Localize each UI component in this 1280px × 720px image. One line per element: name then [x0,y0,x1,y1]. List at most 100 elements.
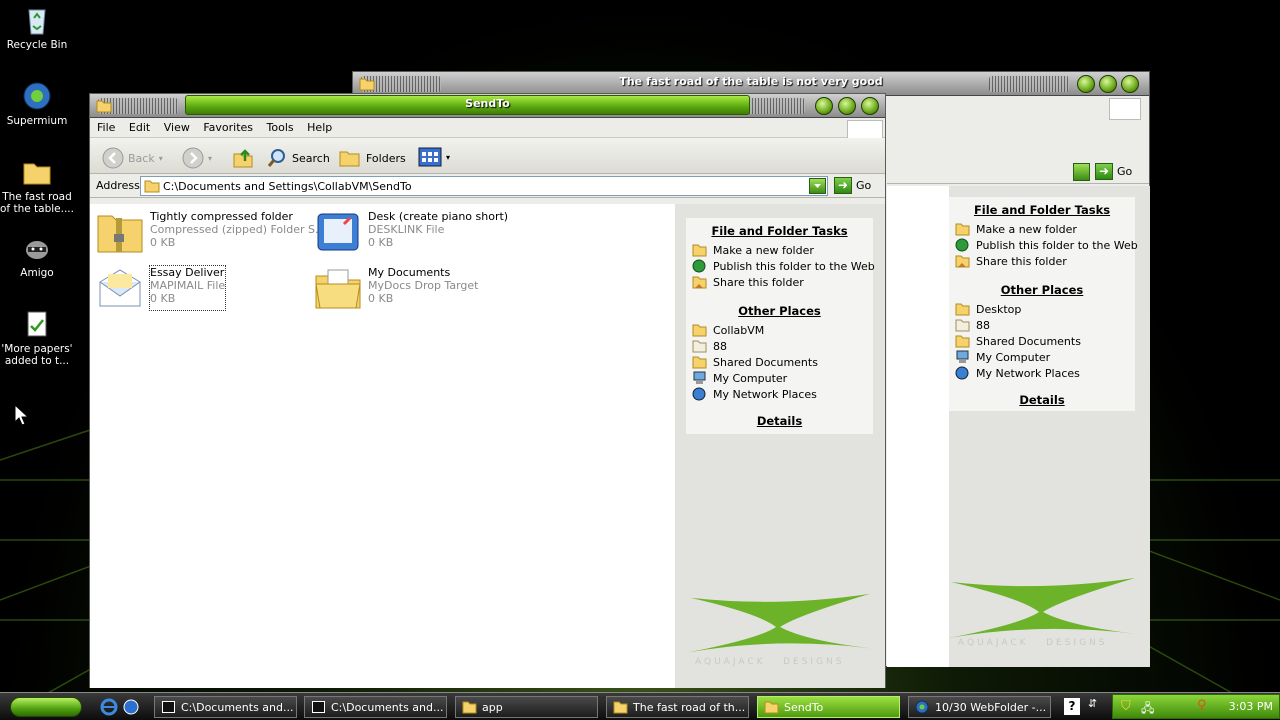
task-label: Publish this folder to the Web [976,238,1138,252]
taskbar-button[interactable]: 10/30 WebFolder -... [908,696,1051,718]
place-88[interactable]: 88 [949,317,1135,333]
taskbar-button[interactable]: app [455,696,598,718]
file-name: Desk (create piano short) [368,210,509,223]
menu-help[interactable]: Help [302,118,337,134]
forward-button[interactable]: ▾ [182,147,212,169]
address-dropdown-button[interactable] [809,178,826,194]
folders-button[interactable]: Folders [338,147,406,169]
brand-text: AQUAJACK DESIGNS [695,657,845,667]
ie-icon[interactable] [100,698,118,716]
taskbar-button-label: SendTo [784,700,824,714]
desktop-icon-more-papers[interactable]: 'More papers' added to t... [0,308,74,367]
place-my-computer[interactable]: My Computer [686,370,873,386]
place-my-network[interactable]: My Network Places [686,386,873,402]
minimize-button[interactable] [1077,75,1095,93]
desktop-icon-fast-road-folder[interactable]: The fast road of the table.... [0,156,74,215]
desktop-icon-supermium[interactable]: Supermium [0,80,74,127]
menu-view[interactable]: View [159,118,195,134]
folder-icon [692,324,707,337]
share-folder-icon [955,255,970,268]
task-make-new-folder[interactable]: Make a new folder [686,242,873,258]
back-window-addressbar: ➜ Go [887,160,1149,184]
task-make-new-folder[interactable]: Make a new folder [949,221,1135,237]
go-button[interactable]: ➜ Go [1095,163,1132,180]
folder-icon [144,180,160,193]
panel-header[interactable]: File and Folder Tasks [686,218,873,242]
minimize-button[interactable] [815,97,833,115]
tray-search-icon[interactable]: ⚲ [1197,698,1207,713]
go-button[interactable]: ➜ Go [834,177,871,194]
network-icon [692,387,706,401]
place-desktop[interactable]: Desktop [949,301,1135,317]
desktop-icon-label: Supermium [6,115,68,127]
place-label: Shared Documents [713,355,818,369]
address-input[interactable]: C:\Documents and Settings\CollabVM\SendT… [140,176,828,196]
file-item[interactable]: Desk (create piano short) DESKLINK File 0 … [314,210,508,254]
maximize-button[interactable] [1099,75,1117,93]
file-type: MyDocs Drop Target [368,279,479,292]
folder-icon [462,701,477,714]
front-window-titlebar[interactable]: SendTo [90,94,885,118]
clock[interactable]: 3:03 PM [1229,700,1273,713]
menu-favorites[interactable]: Favorites [198,118,258,134]
file-item-selected[interactable]: Essay Deliver MAPIMAIL File 0 KB [96,265,227,311]
panel-header[interactable]: File and Folder Tasks [949,197,1135,221]
new-folder-icon [692,244,707,257]
raccoon-icon [26,241,48,259]
tray-network-icon[interactable]: 🖧 [1141,699,1154,720]
folder-icon [955,303,970,316]
place-my-network[interactable]: My Network Places [949,365,1135,381]
details-header[interactable]: Details [949,381,1135,411]
views-button[interactable]: ▾ [418,147,450,167]
place-shared-documents[interactable]: Shared Documents [686,354,873,370]
details-header[interactable]: Details [686,402,873,432]
close-button[interactable] [861,97,879,115]
task-publish-web[interactable]: Publish this folder to the Web [686,258,875,274]
new-folder-icon [955,223,970,236]
go-arrow-icon: ➜ [1095,163,1113,180]
user-folder-icon [955,319,970,332]
front-window[interactable]: SendTo File Edit View Favorites Tools He… [89,93,886,688]
task-share-folder[interactable]: Share this folder [686,274,873,290]
up-folder-button[interactable] [232,147,254,169]
task-publish-web[interactable]: Publish this folder to the Web [949,237,1138,253]
taskbar-button-active[interactable]: SendTo [757,696,900,718]
search-label: Search [292,151,330,165]
computer-icon [956,350,969,363]
desktop-icon-recycle-bin[interactable]: Recycle Bin [0,4,74,51]
taskbar-button[interactable]: The fast road of th... [606,696,749,718]
tray-shield-icon[interactable]: ⛉ [1121,699,1131,714]
back-window-content [887,186,949,667]
place-88[interactable]: 88 [686,338,873,354]
taskbar-button[interactable]: C:\Documents and... [154,696,297,718]
search-button[interactable]: Search [266,147,330,169]
chevron-down-icon: ▾ [158,153,163,163]
taskbar-button[interactable]: C:\Documents and... [304,696,447,718]
address-dropdown-button[interactable] [1073,163,1090,181]
taskbar-button-label: The fast road of th... [633,700,746,714]
back-button[interactable]: Back ▾ [102,147,163,169]
menu-edit[interactable]: Edit [124,118,155,134]
file-name: Essay Deliver [150,266,225,279]
menu-file[interactable]: File [90,118,120,134]
panel-header[interactable]: Other Places [686,290,873,322]
place-my-computer[interactable]: My Computer [949,349,1135,365]
desktop-icon-amigo[interactable]: Amigo [0,232,74,279]
close-button[interactable] [1121,75,1139,93]
address-label: Address [96,179,140,192]
file-list-area[interactable]: Tightly compressed folder Compressed (zip… [90,204,675,688]
file-item[interactable]: Tightly compressed folder Compressed (zip… [96,210,325,254]
help-icon[interactable]: ? [1064,698,1080,715]
maximize-button[interactable] [838,97,856,115]
show-desktop-icon[interactable] [122,698,140,716]
panel-header[interactable]: Other Places [949,269,1135,301]
menu-tools[interactable]: Tools [262,118,299,134]
start-button[interactable] [10,697,82,717]
tray-expand-icon[interactable]: ⇵ [1088,697,1097,710]
place-collabvm[interactable]: CollabVM [686,322,873,338]
taskbar-button-label: C:\Documents and... [181,700,294,714]
task-share-folder[interactable]: Share this folder [949,253,1135,269]
desktop-icon-label: 'More papers' added to t... [1,343,73,367]
place-shared-documents[interactable]: Shared Documents [949,333,1135,349]
file-item[interactable]: My Documents MyDocs Drop Target 0 KB [314,266,478,310]
